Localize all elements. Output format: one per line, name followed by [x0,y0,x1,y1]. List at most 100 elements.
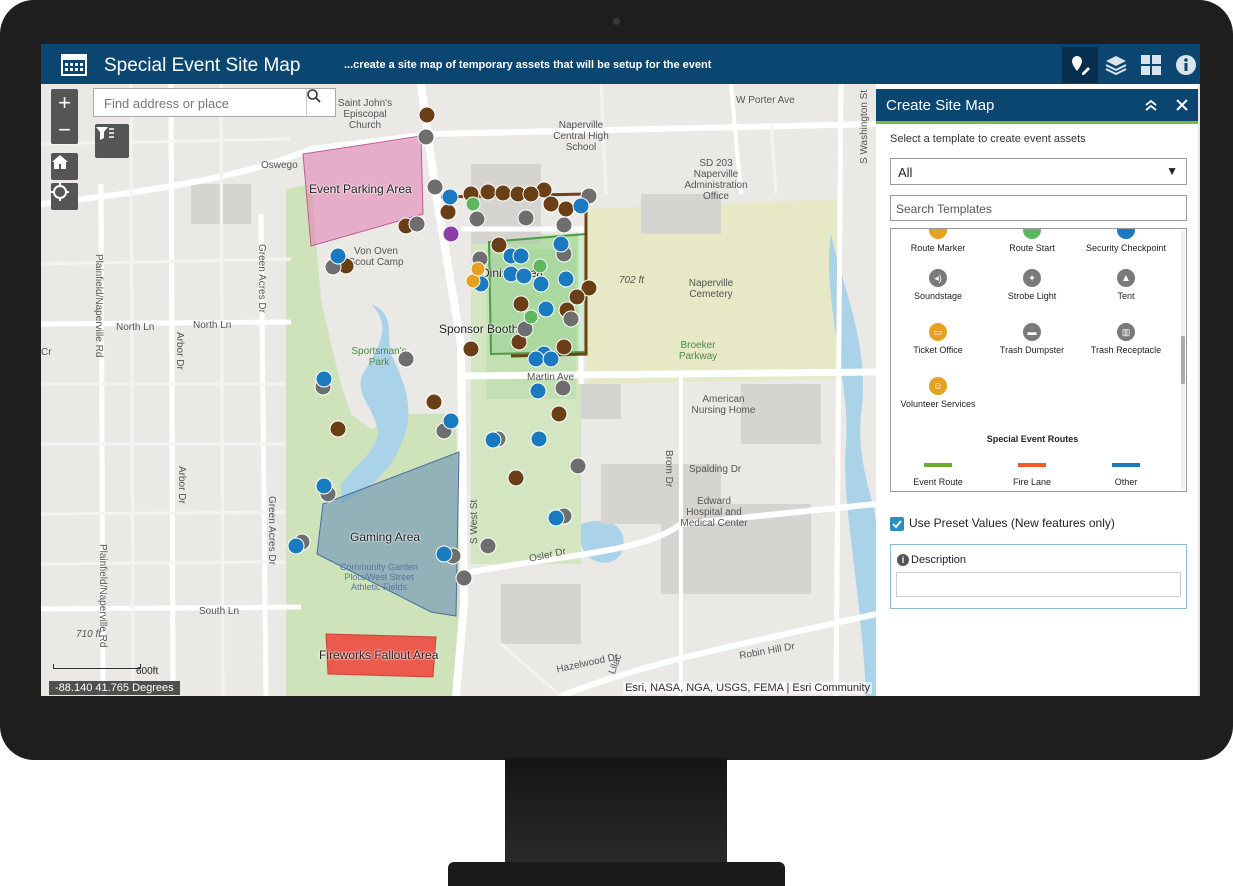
template-other-route[interactable]: Other [1079,463,1173,487]
template-list-scrollbar[interactable] [1181,231,1185,489]
routes-heading: Special Event Routes [986,434,1079,444]
locate-button[interactable] [51,183,78,210]
template-trash-receptacle[interactable]: ▥ Trash Receptacle [1079,323,1173,355]
template-ticket-office[interactable]: ▭ Ticket Office [891,323,985,355]
template-label: Soundstage [913,291,963,301]
template-volunteer-services[interactable]: ☺ Volunteer Services [891,377,985,409]
template-filter-select[interactable]: All ▼ [890,158,1187,185]
coordinate-text: -88.140 41.765 Degrees [55,682,174,694]
zoom-in-button[interactable]: + [51,89,78,116]
ticket-icon: ▭ [929,323,947,341]
layers-button[interactable] [1098,47,1134,83]
street-green-acres-2: Green Acres Dr [266,496,277,565]
street-spalding: Spalding Dr [689,464,742,475]
template-soundstage[interactable]: ◂) Soundstage [891,269,985,301]
dumpster-icon: ▬ [1023,323,1041,341]
tent-icon: ▲ [1117,269,1135,287]
grid-icon [1141,55,1161,75]
calendar-icon [61,54,87,76]
gaming-area-label: Gaming Area [350,530,421,544]
template-trash-dumpster[interactable]: ▬ Trash Dumpster [985,323,1079,355]
template-label: Volunteer Services [900,399,976,409]
template-tent[interactable]: ▲ Tent [1079,269,1173,301]
panel-title: Create Site Map [886,97,995,114]
template-label: Tent [1117,291,1135,301]
description-input[interactable] [896,572,1181,597]
dining-area-label: Dining Area [481,266,544,280]
template-label: Ticket Office [913,345,963,355]
template-security-checkpoint[interactable]: Security Checkpoint [1079,229,1173,253]
template-fire-lane[interactable]: Fire Lane [985,463,1079,487]
camera-dot [613,18,620,25]
street-plainfield: Plainfield/Naperville Rd [93,254,104,358]
zoom-out-button[interactable]: − [51,116,78,143]
search-icon [307,89,321,103]
street-washington: S Washington St [859,89,870,164]
place-cemetery: Naperville Cemetery [688,278,734,300]
trash-can-icon: ▥ [1117,323,1135,341]
edit-map-button[interactable] [1062,47,1098,83]
template-strobe-light[interactable]: ✦ Strobe Light [985,269,1079,301]
app-screen: Special Event Site Map ...create a site … [41,44,1200,696]
sponsor-booth-label: Sponsor Booth [439,322,519,336]
place-hospital: Edward Hospital and Medical Center [680,496,748,529]
route-marker-icon [929,229,947,239]
template-route-marker[interactable]: Route Marker [891,229,985,253]
template-filter-value: All [898,165,913,180]
place-broeker-parkway: Broeker Parkway [678,340,718,362]
street-north-ln-2: North Ln [193,320,232,331]
place-sd203: SD 203 Naperville Administration Office [684,158,748,202]
info-icon: i [897,554,909,566]
home-button[interactable] [51,153,78,180]
basemap-gallery-button[interactable] [1133,47,1169,83]
template-search-input[interactable]: Search Templates [890,195,1187,221]
template-label: Other [1114,477,1138,487]
place-community-garden: Community Garden Plots/West Street Athle… [339,562,419,592]
home-icon [52,155,68,169]
layer-filter-button[interactable] [95,124,129,158]
edit-map-icon [1072,56,1090,75]
other-route-line-icon [1112,463,1140,467]
close-icon[interactable] [1176,99,1188,111]
template-label: Trash Dumpster [999,345,1065,355]
monitor-stand-neck [505,758,727,864]
search-input[interactable]: Find address or place [104,96,229,111]
template-label: Strobe Light [1007,291,1057,301]
checkmark-icon [892,520,902,529]
template-label: Event Route [913,477,963,487]
street-south-ln: South Ln [199,606,240,617]
street-west-st: S West St [469,499,480,544]
zoom-control: + − [51,89,78,144]
filter-layers-icon [96,127,114,140]
template-label: Fire Lane [1012,477,1052,487]
collapse-icon[interactable] [1144,99,1158,111]
speaker-icon: ◂) [929,269,947,287]
template-label: Trash Receptacle [1090,345,1162,355]
place-sportsmans-park: Sportsman's Park [351,346,407,368]
search-button[interactable] [306,89,335,116]
place-school: Naperville Central High School [553,120,609,153]
event-route-line-icon [924,463,952,467]
description-label: Description [911,554,967,566]
template-event-route[interactable]: Event Route [891,463,985,487]
fireworks-fallout-area-label: Fireworks Fallout Area [319,648,439,662]
street-oswego: Oswego [261,160,298,171]
panel-instruction: Select a template to create event assets [890,133,1086,145]
about-button[interactable] [1168,47,1200,83]
address-search: Find address or place [93,88,336,117]
scrollbar-thumb[interactable] [1181,336,1185,384]
monitor-stand-base [448,862,785,886]
panel-header: Create Site Map [876,89,1198,124]
security-checkpoint-icon [1117,229,1135,239]
template-label: Security Checkpoint [1085,243,1167,253]
dropdown-arrow-icon: ▼ [1166,164,1178,178]
template-route-start[interactable]: Route Start [985,229,1079,253]
preset-values-label: Use Preset Values (New features only) [909,516,1115,530]
coordinate-readout[interactable]: -88.140 41.765 Degrees [49,681,180,695]
panel-scrollbar[interactable] [1198,84,1200,696]
preset-values-checkbox[interactable] [890,517,904,531]
scale-label: 600ft [136,666,159,677]
crosshair-icon [51,183,69,201]
map-view[interactable]: Event Parking Area Dining Area Sponsor B… [41,84,876,696]
place-scout-camp: Von Oven Scout Camp [348,246,404,268]
